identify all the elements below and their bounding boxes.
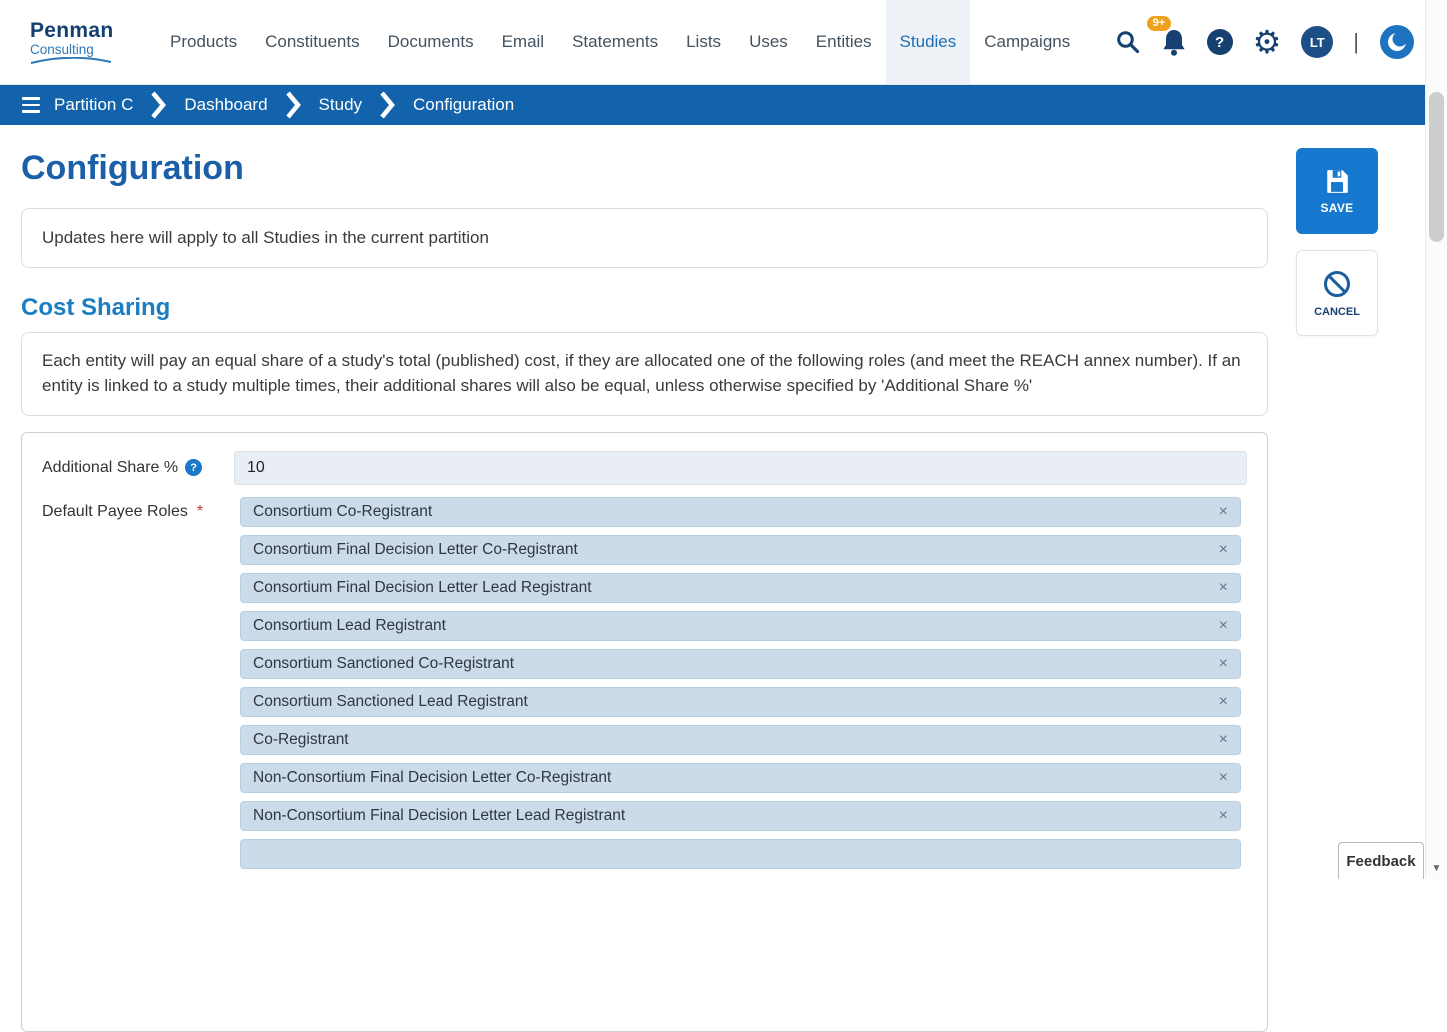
section-title-cost-sharing: Cost Sharing xyxy=(21,294,171,321)
payee-roles-multiselect: Consortium Co-Registrant × Consortium Fin… xyxy=(234,496,1247,869)
tag-label: Co-Registrant xyxy=(253,730,349,748)
help-tooltip-icon[interactable]: ? xyxy=(185,459,203,477)
nav-item-uses[interactable]: Uses xyxy=(735,0,802,84)
additional-share-label-text: Additional Share % xyxy=(42,458,179,476)
partition-notice: Updates here will apply to all Studies i… xyxy=(21,208,1268,268)
top-navigation: Penman Consulting Products Constituents … xyxy=(0,0,1447,85)
feedback-button-label: Feedback xyxy=(1346,852,1416,870)
default-payee-roles-label-text: Default Payee Roles xyxy=(42,502,188,520)
scrollbar-down-arrow-icon[interactable]: ▼ xyxy=(1426,859,1447,877)
nav-item-products[interactable]: Products xyxy=(156,0,251,84)
floppy-disk-icon xyxy=(1327,169,1348,193)
page-actions: SAVE CANCEL xyxy=(1296,148,1378,336)
tag-label: Non-Consortium Final Decision Letter Lea… xyxy=(253,806,626,824)
payee-role-tag: Consortium Final Decision Letter Co-Regi… xyxy=(240,534,1241,565)
brand-name: Penman xyxy=(30,19,114,42)
brand-logo[interactable]: Penman Consulting xyxy=(30,0,130,84)
additional-share-label: Additional Share % ? xyxy=(42,459,234,477)
tag-label: Consortium Sanctioned Co-Registrant xyxy=(253,654,515,672)
breadcrumb-partition[interactable]: Partition C xyxy=(54,95,133,115)
payee-role-tag: Co-Registrant × xyxy=(240,724,1241,755)
save-button[interactable]: SAVE xyxy=(1296,148,1378,234)
breadcrumb-study[interactable]: Study xyxy=(319,95,362,115)
cancel-slash-icon xyxy=(1324,270,1350,297)
breadcrumb-dashboard[interactable]: Dashboard xyxy=(184,95,267,115)
additional-share-row: Additional Share % ? xyxy=(42,450,1247,485)
nav-item-lists[interactable]: Lists xyxy=(672,0,735,84)
chevron-right-icon xyxy=(285,91,301,119)
scrollbar-thumb[interactable] xyxy=(1429,92,1444,242)
nav-item-studies[interactable]: Studies xyxy=(885,0,971,84)
tag-label: Non-Consortium Final Decision Letter Co-… xyxy=(253,768,612,786)
nav-separator: | xyxy=(1353,29,1359,54)
feedback-button[interactable]: Feedback xyxy=(1338,842,1424,879)
nav-item-email[interactable]: Email xyxy=(488,0,559,84)
vertical-scrollbar[interactable]: ▼ xyxy=(1425,0,1447,879)
remove-tag-icon[interactable]: × xyxy=(1219,503,1228,520)
cancel-button-label: CANCEL xyxy=(1314,305,1360,318)
default-payee-roles-label: Default Payee Roles * xyxy=(42,497,234,521)
remove-tag-icon[interactable]: × xyxy=(1219,693,1228,710)
remove-tag-icon[interactable]: × xyxy=(1219,617,1228,634)
payee-role-tag: Non-Consortium Final Decision Letter Co-… xyxy=(240,762,1241,793)
additional-share-input[interactable] xyxy=(234,450,1247,485)
notification-badge: 9+ xyxy=(1146,16,1172,31)
save-button-label: SAVE xyxy=(1320,200,1354,215)
remove-tag-icon[interactable]: × xyxy=(1219,579,1228,596)
page-content: Configuration Updates here will apply to… xyxy=(0,125,1447,1032)
nav-item-constituents[interactable]: Constituents xyxy=(251,0,374,84)
remove-tag-icon[interactable]: × xyxy=(1219,731,1228,748)
remove-tag-icon[interactable]: × xyxy=(1219,769,1228,786)
chevron-right-icon xyxy=(151,91,167,119)
cancel-button[interactable]: CANCEL xyxy=(1296,250,1378,336)
payee-role-tag: Consortium Sanctioned Lead Registrant × xyxy=(240,686,1241,717)
breadcrumb-configuration[interactable]: Configuration xyxy=(413,95,514,115)
default-payee-roles-row: Default Payee Roles * Consortium Co-Regi… xyxy=(42,496,1247,869)
payee-role-tag: Non-Consortium Final Decision Letter Lea… xyxy=(240,800,1241,831)
cost-sharing-form: Additional Share % ? Default Payee Roles… xyxy=(21,431,1268,1032)
search-icon[interactable] xyxy=(1115,29,1141,55)
brand-subname: Consulting xyxy=(30,42,94,57)
payee-role-tag: Consortium Final Decision Letter Lead Re… xyxy=(240,572,1241,603)
nav-item-campaigns[interactable]: Campaigns xyxy=(970,0,1084,84)
remove-tag-icon[interactable]: × xyxy=(1219,655,1228,672)
tag-label: Consortium Sanctioned Lead Registrant xyxy=(253,692,528,710)
tag-label: Consortium Final Decision Letter Lead Re… xyxy=(253,578,592,596)
help-icon[interactable]: ? xyxy=(1206,29,1233,55)
app-logo-icon[interactable] xyxy=(1379,24,1415,60)
payee-role-tag: Consortium Co-Registrant × xyxy=(240,496,1241,527)
chevron-right-icon xyxy=(380,91,395,119)
nav-item-documents[interactable]: Documents xyxy=(374,0,488,84)
nav-item-statements[interactable]: Statements xyxy=(558,0,672,84)
breadcrumb: Partition C Dashboard Study Configuratio… xyxy=(0,85,1447,125)
hamburger-menu-icon[interactable] xyxy=(22,97,40,113)
payee-role-tag-partial xyxy=(240,838,1241,869)
remove-tag-icon[interactable]: × xyxy=(1219,541,1228,558)
nav-utility-icons: 9+ ? ⚙ LT | xyxy=(1115,0,1447,84)
gear-icon[interactable]: ⚙ xyxy=(1253,26,1282,58)
tag-label: Consortium Co-Registrant xyxy=(253,502,433,520)
tag-label: Consortium Final Decision Letter Co-Regi… xyxy=(253,540,578,558)
payee-role-tag: Consortium Sanctioned Co-Registrant × xyxy=(240,648,1241,679)
brand-underline-swoosh xyxy=(30,57,112,64)
bell-icon[interactable]: 9+ xyxy=(1146,16,1187,56)
cost-sharing-description: Each entity will pay an equal share of a… xyxy=(21,332,1268,416)
main-menu: Products Constituents Documents Email St… xyxy=(156,0,1084,84)
required-marker: * xyxy=(196,502,204,520)
page-title: Configuration xyxy=(21,149,244,187)
avatar[interactable]: LT xyxy=(1301,26,1334,58)
payee-role-tag: Consortium Lead Registrant × xyxy=(240,610,1241,641)
nav-item-entities[interactable]: Entities xyxy=(802,0,886,84)
tag-label: Consortium Lead Registrant xyxy=(253,616,446,634)
remove-tag-icon[interactable]: × xyxy=(1219,807,1228,824)
